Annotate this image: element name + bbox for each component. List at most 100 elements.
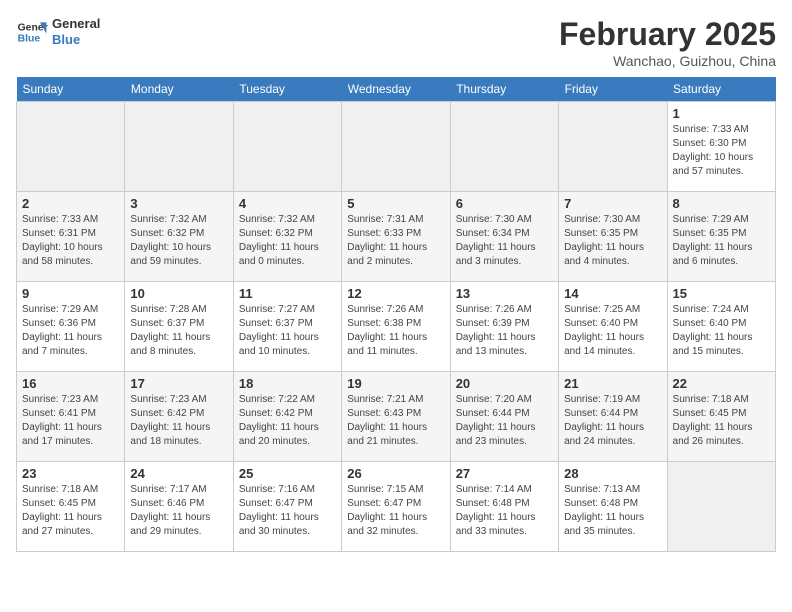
calendar-cell: 7 Sunrise: 7:30 AMSunset: 6:35 PMDaylight… — [559, 192, 667, 282]
calendar-cell: 2 Sunrise: 7:33 AMSunset: 6:31 PMDaylight… — [17, 192, 125, 282]
calendar-cell — [17, 102, 125, 192]
page-header: General Blue General Blue February 2025 … — [16, 16, 776, 69]
day-info: Sunrise: 7:18 AMSunset: 6:45 PMDaylight:… — [22, 483, 119, 539]
calendar-cell: 5 Sunrise: 7:31 AMSunset: 6:33 PMDaylight… — [342, 192, 450, 282]
location: Wanchao, Guizhou, China — [559, 53, 776, 69]
day-number: 5 — [347, 196, 444, 211]
calendar-cell: 13Sunrise: 7:26 AMSunset: 6:39 PMDayligh… — [450, 282, 558, 372]
calendar-cell: 24 Sunrise: 7:17 AMSunset: 6:46 PMDayligh… — [125, 462, 233, 552]
day-number: 4 — [239, 196, 336, 211]
day-number: 3 — [130, 196, 227, 211]
day-number: 23 — [22, 466, 119, 481]
calendar-cell: 28Sunrise: 7:13 AMSunset: 6:48 PMDayligh… — [559, 462, 667, 552]
day-number: 16 — [22, 376, 119, 391]
day-number: 25 — [239, 466, 336, 481]
day-number: 12 — [347, 286, 444, 301]
day-number: 14 — [564, 286, 661, 301]
calendar-cell: 26Sunrise: 7:15 AMSunset: 6:47 PMDayligh… — [342, 462, 450, 552]
day-info: Sunrise: 7:25 AMSunset: 6:40 PMDaylight:… — [564, 303, 661, 359]
day-number: 28 — [564, 466, 661, 481]
day-number: 7 — [564, 196, 661, 211]
day-number: 22 — [673, 376, 770, 391]
day-info: Sunrise: 7:32 AMSunset: 6:32 PMDaylight:… — [239, 213, 336, 269]
calendar-cell: 22Sunrise: 7:18 AMSunset: 6:45 PMDayligh… — [667, 372, 775, 462]
day-info: Sunrise: 7:31 AMSunset: 6:33 PMDaylight:… — [347, 213, 444, 269]
day-info: Sunrise: 7:29 AMSunset: 6:36 PMDaylight:… — [22, 303, 119, 359]
calendar-cell: 20 Sunrise: 7:20 AMSunset: 6:44 PMDayligh… — [450, 372, 558, 462]
calendar-cell: 10Sunrise: 7:28 AMSunset: 6:37 PMDayligh… — [125, 282, 233, 372]
day-number: 27 — [456, 466, 553, 481]
day-info: Sunrise: 7:33 AMSunset: 6:31 PMDaylight:… — [22, 213, 119, 269]
day-number: 10 — [130, 286, 227, 301]
calendar-week-5: 23 Sunrise: 7:18 AMSunset: 6:45 PMDayligh… — [17, 462, 776, 552]
day-info: Sunrise: 7:23 AMSunset: 6:41 PMDaylight:… — [22, 393, 119, 449]
day-number: 2 — [22, 196, 119, 211]
logo-icon: General Blue — [16, 16, 48, 48]
calendar-cell: 27 Sunrise: 7:14 AMSunset: 6:48 PMDayligh… — [450, 462, 558, 552]
calendar-cell: 1 Sunrise: 7:33 AMSunset: 6:30 PMDaylight… — [667, 102, 775, 192]
calendar-cell: 16 Sunrise: 7:23 AMSunset: 6:41 PMDayligh… — [17, 372, 125, 462]
day-info: Sunrise: 7:30 AMSunset: 6:34 PMDaylight:… — [456, 213, 553, 269]
day-number: 18 — [239, 376, 336, 391]
day-info: Sunrise: 7:16 AMSunset: 6:47 PMDaylight:… — [239, 483, 336, 539]
calendar-week-2: 2 Sunrise: 7:33 AMSunset: 6:31 PMDaylight… — [17, 192, 776, 282]
day-info: Sunrise: 7:17 AMSunset: 6:46 PMDaylight:… — [130, 483, 227, 539]
day-number: 15 — [673, 286, 770, 301]
day-number: 1 — [673, 106, 770, 121]
day-number: 8 — [673, 196, 770, 211]
calendar-cell: 19 Sunrise: 7:21 AMSunset: 6:43 PMDayligh… — [342, 372, 450, 462]
day-number: 19 — [347, 376, 444, 391]
weekday-header-thursday: Thursday — [450, 77, 558, 102]
day-number: 20 — [456, 376, 553, 391]
weekday-header-tuesday: Tuesday — [233, 77, 341, 102]
calendar-table: SundayMondayTuesdayWednesdayThursdayFrid… — [16, 77, 776, 552]
svg-text:Blue: Blue — [18, 34, 41, 45]
day-info: Sunrise: 7:21 AMSunset: 6:43 PMDaylight:… — [347, 393, 444, 449]
day-info: Sunrise: 7:30 AMSunset: 6:35 PMDaylight:… — [564, 213, 661, 269]
weekday-header-sunday: Sunday — [17, 77, 125, 102]
calendar-cell: 23 Sunrise: 7:18 AMSunset: 6:45 PMDayligh… — [17, 462, 125, 552]
weekday-header-row: SundayMondayTuesdayWednesdayThursdayFrid… — [17, 77, 776, 102]
day-number: 21 — [564, 376, 661, 391]
day-number: 6 — [456, 196, 553, 211]
calendar-cell — [667, 462, 775, 552]
calendar-cell: 18 Sunrise: 7:22 AMSunset: 6:42 PMDayligh… — [233, 372, 341, 462]
day-info: Sunrise: 7:15 AMSunset: 6:47 PMDaylight:… — [347, 483, 444, 539]
calendar-cell — [233, 102, 341, 192]
calendar-cell: 17Sunrise: 7:23 AMSunset: 6:42 PMDayligh… — [125, 372, 233, 462]
calendar-week-3: 9 Sunrise: 7:29 AMSunset: 6:36 PMDaylight… — [17, 282, 776, 372]
logo-general: General — [52, 16, 100, 32]
day-number: 24 — [130, 466, 227, 481]
calendar-week-1: 1 Sunrise: 7:33 AMSunset: 6:30 PMDaylight… — [17, 102, 776, 192]
calendar-cell: 9 Sunrise: 7:29 AMSunset: 6:36 PMDaylight… — [17, 282, 125, 372]
logo: General Blue General Blue — [16, 16, 100, 48]
day-info: Sunrise: 7:22 AMSunset: 6:42 PMDaylight:… — [239, 393, 336, 449]
day-number: 9 — [22, 286, 119, 301]
day-info: Sunrise: 7:33 AMSunset: 6:30 PMDaylight:… — [673, 123, 770, 179]
calendar-cell: 21 Sunrise: 7:19 AMSunset: 6:44 PMDayligh… — [559, 372, 667, 462]
day-info: Sunrise: 7:20 AMSunset: 6:44 PMDaylight:… — [456, 393, 553, 449]
day-info: Sunrise: 7:19 AMSunset: 6:44 PMDaylight:… — [564, 393, 661, 449]
day-info: Sunrise: 7:32 AMSunset: 6:32 PMDaylight:… — [130, 213, 227, 269]
weekday-header-friday: Friday — [559, 77, 667, 102]
calendar-cell: 12 Sunrise: 7:26 AMSunset: 6:38 PMDayligh… — [342, 282, 450, 372]
day-info: Sunrise: 7:14 AMSunset: 6:48 PMDaylight:… — [456, 483, 553, 539]
day-info: Sunrise: 7:27 AMSunset: 6:37 PMDaylight:… — [239, 303, 336, 359]
calendar-cell — [450, 102, 558, 192]
logo-blue: Blue — [52, 32, 100, 48]
day-info: Sunrise: 7:29 AMSunset: 6:35 PMDaylight:… — [673, 213, 770, 269]
day-number: 11 — [239, 286, 336, 301]
month-year: February 2025 — [559, 16, 776, 53]
weekday-header-saturday: Saturday — [667, 77, 775, 102]
calendar-cell: 14 Sunrise: 7:25 AMSunset: 6:40 PMDayligh… — [559, 282, 667, 372]
calendar-cell — [125, 102, 233, 192]
title-block: February 2025 Wanchao, Guizhou, China — [559, 16, 776, 69]
calendar-cell: 6 Sunrise: 7:30 AMSunset: 6:34 PMDaylight… — [450, 192, 558, 282]
calendar-cell: 15 Sunrise: 7:24 AMSunset: 6:40 PMDayligh… — [667, 282, 775, 372]
day-info: Sunrise: 7:24 AMSunset: 6:40 PMDaylight:… — [673, 303, 770, 359]
day-number: 17 — [130, 376, 227, 391]
calendar-cell: 11 Sunrise: 7:27 AMSunset: 6:37 PMDayligh… — [233, 282, 341, 372]
calendar-cell: 3 Sunrise: 7:32 AMSunset: 6:32 PMDaylight… — [125, 192, 233, 282]
day-info: Sunrise: 7:26 AMSunset: 6:38 PMDaylight:… — [347, 303, 444, 359]
weekday-header-wednesday: Wednesday — [342, 77, 450, 102]
